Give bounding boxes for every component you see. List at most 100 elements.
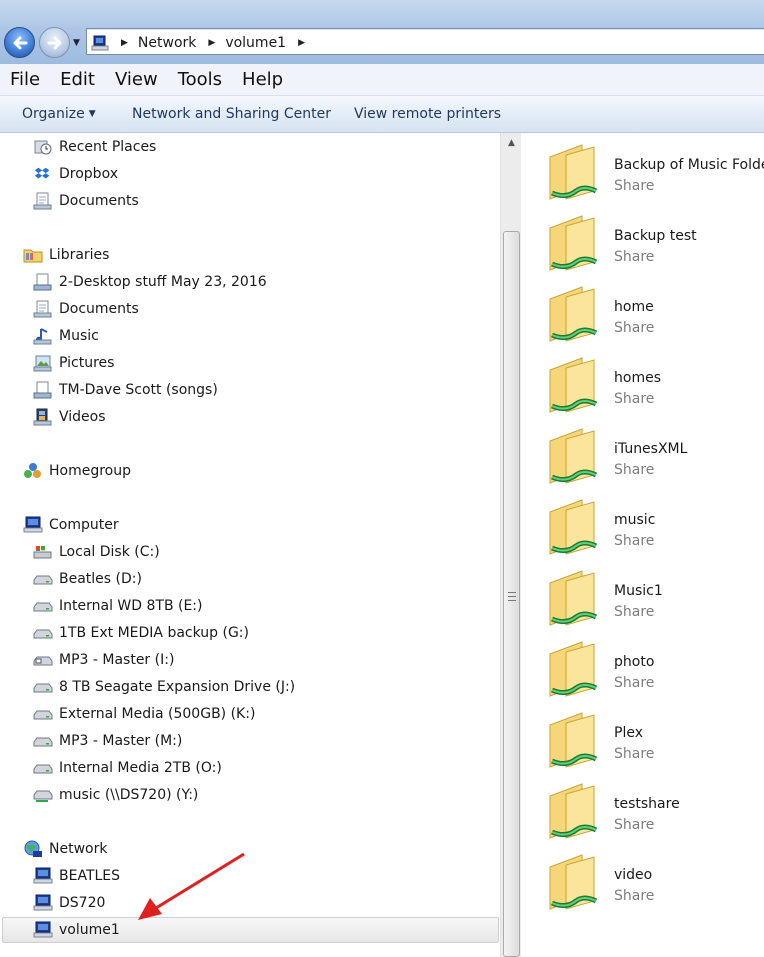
share-type: Share xyxy=(614,533,655,549)
share-item[interactable]: testshare Share xyxy=(522,772,764,840)
menu-edit[interactable]: Edit xyxy=(50,69,105,90)
nav-item-ds720[interactable]: DS720 xyxy=(33,892,105,914)
share-name: Music1 xyxy=(614,583,663,599)
nav-label: BEATLES xyxy=(59,868,121,884)
share-item[interactable]: video Share xyxy=(522,843,764,911)
share-item[interactable]: Music1 Share xyxy=(522,559,764,627)
nav-label: DS720 xyxy=(59,895,106,911)
share-name: testshare xyxy=(614,796,680,812)
network-computer-icon xyxy=(33,894,53,911)
nav-item-documents-library[interactable]: Documents xyxy=(33,298,139,320)
scroll-up-arrow-icon[interactable]: ▲ xyxy=(501,133,522,153)
drive-icon xyxy=(33,602,53,612)
system-drive-icon xyxy=(33,546,52,559)
library-icon xyxy=(33,273,52,291)
nav-item-drive[interactable]: External Media (500GB) (K:) xyxy=(33,703,255,725)
nav-item-drive[interactable]: Internal Media 2TB (O:) xyxy=(33,757,222,779)
nav-label: Beatles (D:) xyxy=(59,571,142,587)
drive-icon xyxy=(33,737,53,747)
drive-icon xyxy=(33,683,53,693)
address-field[interactable]: ▶ Network ▶ volume1 ▶ xyxy=(86,28,764,55)
share-item[interactable]: photo Share xyxy=(522,630,764,698)
nav-item-computer[interactable]: Computer xyxy=(23,514,119,536)
chevron-right-icon[interactable]: ▶ xyxy=(121,38,128,48)
nav-item-music[interactable]: Music xyxy=(33,325,99,347)
menu-view[interactable]: View xyxy=(105,69,168,90)
nav-item-network[interactable]: Network xyxy=(23,838,107,860)
address-bar: ▼ ▶ Network ▶ volume1 ▶ xyxy=(0,0,764,64)
share-item[interactable]: music Share xyxy=(522,488,764,556)
nav-label: Dropbox xyxy=(59,166,118,182)
shared-folder-icon xyxy=(549,854,598,910)
nav-item-videos[interactable]: Videos xyxy=(33,406,106,428)
menu-file[interactable]: File xyxy=(0,69,50,90)
nav-item-library[interactable]: TM-Dave Scott (songs) xyxy=(33,379,218,401)
history-dropdown-icon[interactable]: ▼ xyxy=(73,38,80,48)
nav-item-drive[interactable]: Beatles (D:) xyxy=(33,568,142,590)
share-name: photo xyxy=(614,654,655,670)
share-item[interactable]: Backup test Share xyxy=(522,204,764,272)
share-type: Share xyxy=(614,888,655,904)
nav-item-drive[interactable]: 8 TB Seagate Expansion Drive (J:) xyxy=(33,676,295,698)
share-name: video xyxy=(614,867,653,883)
share-item[interactable]: Backup of Music Folder Share xyxy=(522,133,764,201)
share-item[interactable]: iTunesXML Share xyxy=(522,417,764,485)
share-name: home xyxy=(614,299,654,315)
menu-tools[interactable]: Tools xyxy=(168,69,232,90)
drive-icon xyxy=(33,629,53,639)
network-drive-icon xyxy=(33,790,53,802)
nav-label: MP3 - Master (I:) xyxy=(59,652,175,668)
chevron-right-icon[interactable]: ▶ xyxy=(208,38,215,48)
share-type: Share xyxy=(614,249,655,265)
nav-label: Documents xyxy=(59,301,139,317)
share-item[interactable]: home Share xyxy=(522,275,764,343)
nav-item-library[interactable]: 2-Desktop stuff May 23, 2016 xyxy=(33,271,267,293)
forward-button[interactable] xyxy=(39,27,70,58)
nav-item-recent-places[interactable]: Recent Places xyxy=(33,136,156,158)
share-item[interactable]: homes Share xyxy=(522,346,764,414)
breadcrumb-volume1[interactable]: volume1 xyxy=(225,35,286,51)
content-pane: Backup of Music Folder Share Backup test… xyxy=(522,133,764,957)
nav-label: Libraries xyxy=(49,247,110,263)
nav-label: music (\\DS720) (Y:) xyxy=(59,787,199,803)
share-item[interactable]: Plex Share xyxy=(522,701,764,769)
nav-label: Internal Media 2TB (O:) xyxy=(59,760,222,776)
back-button[interactable] xyxy=(4,27,35,58)
nav-item-pictures[interactable]: Pictures xyxy=(33,352,114,374)
nav-label: TM-Dave Scott (songs) xyxy=(59,382,218,398)
nav-item-volume1[interactable]: volume1 xyxy=(33,919,120,941)
shared-folder-icon xyxy=(549,215,598,271)
nav-item-drive[interactable]: MP3 - Master (I:) xyxy=(33,649,174,671)
shared-folder-icon xyxy=(549,286,598,342)
nav-scrollbar[interactable]: ▲ xyxy=(500,133,521,957)
nav-item-documents[interactable]: Documents xyxy=(33,190,139,212)
nav-item-beatles[interactable]: BEATLES xyxy=(33,865,120,887)
nav-item-network-drive[interactable]: music (\\DS720) (Y:) xyxy=(33,784,198,806)
nav-item-drive[interactable]: 1TB Ext MEDIA backup (G:) xyxy=(33,622,249,644)
nav-label: Music xyxy=(59,328,99,344)
nav-item-homegroup[interactable]: Homegroup xyxy=(23,460,131,482)
scroll-thumb[interactable] xyxy=(503,231,520,957)
nav-item-drive[interactable]: Internal WD 8TB (E:) xyxy=(33,595,202,617)
network-icon xyxy=(24,840,42,857)
shared-folder-icon xyxy=(549,783,598,839)
nav-item-drive[interactable]: Local Disk (C:) xyxy=(33,541,160,563)
network-sharing-center-button[interactable]: Network and Sharing Center xyxy=(132,106,331,122)
organize-button[interactable]: Organize ▼ xyxy=(22,106,96,122)
share-type: Share xyxy=(614,391,655,407)
pictures-icon xyxy=(33,355,52,372)
nav-label: 1TB Ext MEDIA backup (G:) xyxy=(59,625,249,641)
network-computer-icon xyxy=(33,921,53,938)
annotation-arrow-icon xyxy=(138,852,245,920)
menu-help[interactable]: Help xyxy=(232,69,293,90)
view-remote-printers-button[interactable]: View remote printers xyxy=(354,106,501,122)
nav-item-libraries[interactable]: Libraries xyxy=(23,244,109,266)
shared-folder-icon xyxy=(549,570,598,626)
breadcrumb-network[interactable]: Network xyxy=(138,35,196,51)
share-name: iTunesXML xyxy=(614,441,688,457)
dropbox-icon xyxy=(34,167,50,179)
nav-item-dropbox[interactable]: Dropbox xyxy=(33,163,118,185)
nav-item-drive[interactable]: MP3 - Master (M:) xyxy=(33,730,182,752)
libraries-icon xyxy=(23,249,43,263)
chevron-right-icon[interactable]: ▶ xyxy=(298,38,305,48)
